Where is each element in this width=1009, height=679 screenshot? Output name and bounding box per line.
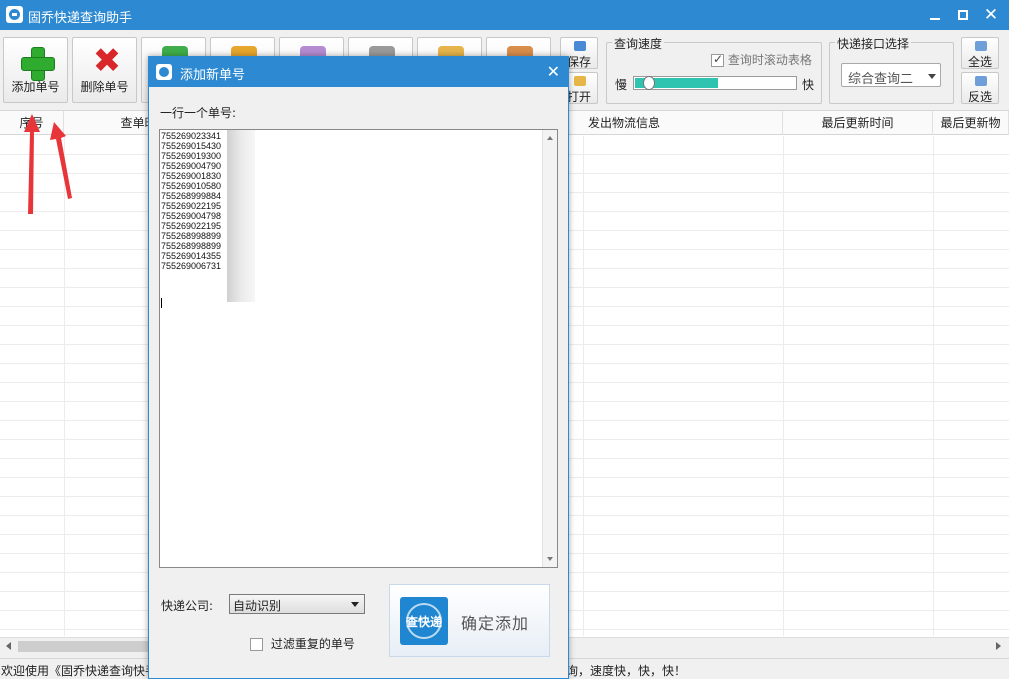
api-select[interactable]: 综合查询二 — [841, 63, 941, 87]
api-select-value: 综合查询二 — [848, 72, 914, 87]
plus-icon — [21, 47, 55, 81]
delete-number-button[interactable]: ✖ 删除单号 — [72, 37, 137, 103]
folder-icon — [574, 76, 586, 86]
speed-group-title: 查询速度 — [612, 35, 665, 52]
tracking-number-line: 755269022195 — [161, 221, 222, 231]
tracking-numbers-textarea[interactable]: 755269023341 755269015430 755269019300 7552… — [159, 129, 558, 568]
scroll-down-icon[interactable] — [547, 557, 553, 561]
select-all-label: 全选 — [967, 55, 992, 69]
speed-slider[interactable] — [633, 76, 797, 90]
redaction-blur — [227, 130, 255, 302]
chevron-down-icon — [928, 74, 936, 79]
dialog-close-button[interactable]: ✕ — [547, 62, 560, 81]
close-button[interactable]: ✕ — [978, 3, 1004, 27]
api-group-title: 快递接口选择 — [835, 35, 912, 52]
column-divider — [933, 136, 934, 636]
scrollbar-thumb[interactable] — [18, 641, 150, 652]
tracking-number-line: 755269010580 — [161, 181, 222, 191]
column-header-index[interactable]: 序号 — [0, 111, 64, 135]
tracking-number-line: 755269014355 — [161, 251, 222, 261]
close-icon: ✕ — [546, 62, 560, 81]
tracking-number-lines: 755269023341 755269015430 755269019300 7552… — [161, 131, 221, 271]
api-group: 快递接口选择 综合查询二 — [829, 35, 954, 104]
tracking-number-line: 755269006731 — [161, 261, 222, 271]
tracking-number-line: 755269004790 — [161, 161, 222, 171]
tracking-number-line: 755268998899 — [161, 231, 222, 241]
confirm-add-label: 确定添加 — [461, 614, 530, 633]
close-icon: ✕ — [983, 5, 999, 25]
add-number-label: 添加单号 — [11, 80, 60, 94]
minimize-button[interactable] — [922, 3, 948, 27]
filter-duplicates-label: 过滤重复的单号 — [270, 637, 355, 651]
window-title: 固乔快递查询助手 — [28, 11, 133, 26]
scroll-up-icon[interactable] — [547, 136, 553, 140]
tracking-number-line: 755269004798 — [161, 211, 222, 221]
speed-group: 查询速度 查询时滚动表格 慢 快 — [606, 35, 822, 104]
invert-icon — [975, 76, 987, 86]
confirm-add-button[interactable]: 查快递 确定添加 — [389, 584, 550, 657]
column-header-last-update-time[interactable]: 最后更新时间 — [783, 111, 933, 135]
courier-select-value: 自动识别 — [233, 599, 282, 613]
scroll-table-option[interactable]: 查询时滚动表格 — [711, 51, 812, 68]
speed-slider-thumb[interactable] — [643, 76, 655, 90]
maximize-icon — [958, 10, 968, 20]
courier-label: 快递公司: — [161, 599, 214, 613]
invert-label: 反选 — [967, 90, 992, 104]
courier-select[interactable]: 自动识别 — [229, 594, 365, 614]
add-number-dialog: 添加新单号 ✕ 一行一个单号: 755269023341 755269015430… — [148, 56, 569, 679]
instruction-label: 一行一个单号: — [160, 106, 237, 120]
delete-x-icon: ✖ — [92, 41, 122, 81]
column-divider — [583, 136, 584, 636]
dialog-app-icon — [156, 64, 172, 80]
delete-number-label: 删除单号 — [80, 80, 129, 94]
title-bar: 固乔快递查询助手 ✕ — [0, 0, 1009, 30]
column-header-last-update-info[interactable]: 最后更新物 — [933, 111, 1009, 135]
column-header-logistics[interactable]: 发出物流信息 — [583, 111, 783, 135]
filter-duplicates-checkbox[interactable] — [250, 638, 263, 651]
status-text-right: 询，速度快，快，快！ — [566, 664, 687, 678]
column-divider — [783, 136, 784, 636]
text-caret — [161, 298, 162, 308]
invert-selection-button[interactable]: 反选 — [961, 72, 999, 104]
select-all-button[interactable]: 全选 — [961, 37, 999, 69]
save-icon — [574, 41, 586, 51]
fast-label: 快 — [802, 78, 815, 92]
scroll-table-checkbox[interactable] — [711, 52, 724, 67]
status-text-left: 欢迎使用《固乔快递查询快手 — [1, 664, 158, 678]
dialog-title-bar: 添加新单号 ✕ — [149, 57, 568, 87]
app-logo-icon — [6, 6, 23, 23]
dialog-title: 添加新单号 — [180, 68, 246, 83]
query-express-logo: 查快递 — [400, 597, 448, 645]
tracking-number-line: 755268998899 — [161, 241, 222, 251]
add-number-button[interactable]: 添加单号 — [3, 37, 68, 103]
tracking-number-line: 755268999884 — [161, 191, 222, 201]
column-divider — [64, 136, 65, 636]
slow-label: 慢 — [615, 78, 628, 92]
maximize-button[interactable] — [950, 3, 976, 27]
textarea-vertical-scrollbar[interactable] — [542, 130, 557, 567]
scroll-left-icon[interactable] — [6, 642, 11, 650]
tracking-number-line: 755269001830 — [161, 171, 222, 181]
tracking-number-line: 755269015430 — [161, 141, 222, 151]
logo-text: 查快递 — [405, 615, 442, 629]
filter-duplicates-option[interactable]: 过滤重复的单号 — [250, 635, 355, 652]
minimize-icon — [930, 18, 940, 20]
tracking-number-line: 755269023341 — [161, 131, 222, 141]
tracking-number-line: 755269019300 — [161, 151, 222, 161]
chevron-down-icon — [351, 602, 359, 607]
scroll-right-icon[interactable] — [996, 642, 1001, 650]
tracking-number-line: 755269022195 — [161, 201, 222, 211]
scroll-table-label: 查询时滚动表格 — [727, 53, 812, 67]
select-all-icon — [975, 41, 987, 51]
